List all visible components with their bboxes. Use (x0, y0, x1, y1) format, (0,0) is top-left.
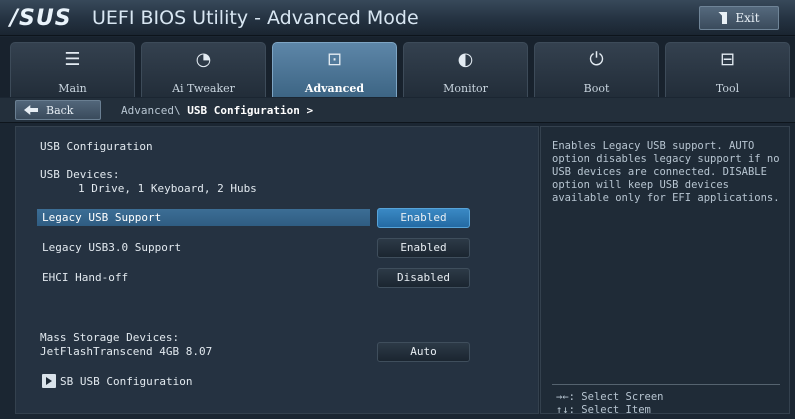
breadcrumb: Back Advanced\ USB Configuration > (0, 98, 795, 123)
legacy-usb3-support-select[interactable]: Enabled (377, 238, 470, 258)
hint-action: Select Item (581, 404, 651, 416)
hint-action: Select Screen (581, 391, 664, 403)
monitor-icon: ◐ (457, 49, 474, 70)
breadcrumb-parent[interactable]: Advanced\ (121, 104, 181, 117)
legacy-usb-support-select[interactable]: Enabled (377, 208, 470, 228)
tweaker-icon: ◔ (195, 49, 212, 70)
tab-label: Tool (715, 82, 740, 95)
exit-door-icon (718, 12, 728, 24)
asus-logo: /SUS (10, 6, 72, 31)
hint-select-item: ↑↓: Select Item (556, 404, 651, 416)
tool-icon: ⊟ (719, 49, 736, 70)
mass-storage-label: Mass Storage Devices: (40, 331, 180, 344)
tab-label: Advanced (304, 82, 365, 95)
exit-label: Exit (735, 11, 760, 25)
ehci-hand-off-label[interactable]: EHCI Hand-off (42, 271, 128, 284)
breadcrumb-path: Advanced\ USB Configuration > (121, 104, 313, 117)
tab-ai-tweaker[interactable]: ◔ Ai Tweaker (141, 42, 266, 97)
tab-monitor[interactable]: ◐ Monitor (403, 42, 528, 97)
tab-label: Boot (583, 82, 610, 95)
legacy-usb-support-label[interactable]: Legacy USB Support (42, 211, 161, 224)
help-text: Enables Legacy USB support. AUTO option … (552, 140, 780, 204)
hint-keys: ↑↓: (556, 404, 575, 416)
back-arrow-icon (24, 105, 38, 115)
tab-label: Main (58, 82, 87, 95)
legacy-usb3-support-label[interactable]: Legacy USB3.0 Support (42, 241, 181, 254)
mass-storage-select[interactable]: Auto (377, 342, 470, 362)
help-divider (552, 384, 780, 385)
tab-main[interactable]: ☰ Main (10, 42, 135, 97)
advanced-icon: ⊡ (326, 49, 343, 70)
exit-button[interactable]: Exit (699, 6, 779, 30)
power-icon: ⏻ (589, 49, 604, 70)
submenu-arrow-icon (42, 374, 56, 388)
title-bar: /SUS UEFI BIOS Utility - Advanced Mode E… (0, 0, 795, 36)
tab-tool[interactable]: ⊟ Tool (665, 42, 790, 97)
back-label: Back (46, 103, 74, 117)
mass-storage-device[interactable]: JetFlashTranscend 4GB 8.07 (40, 345, 212, 358)
hint-keys: →←: (556, 391, 575, 403)
usb-devices-value: 1 Drive, 1 Keyboard, 2 Hubs (78, 182, 257, 195)
main-tabs: ☰ Main ◔ Ai Tweaker ⊡ Advanced ◐ Monitor… (0, 37, 795, 97)
list-icon: ☰ (64, 49, 81, 70)
usb-devices-label: USB Devices: (40, 168, 120, 181)
tab-advanced[interactable]: ⊡ Advanced (272, 42, 397, 97)
tab-label: Ai Tweaker (172, 82, 235, 95)
sb-usb-configuration-link[interactable]: SB USB Configuration (60, 375, 192, 388)
hint-select-screen: →←: Select Screen (556, 391, 663, 403)
breadcrumb-current: USB Configuration > (187, 104, 314, 117)
section-title: USB Configuration (40, 140, 153, 153)
tab-boot[interactable]: ⏻ Boot (534, 42, 659, 97)
app-title: UEFI BIOS Utility - Advanced Mode (92, 7, 419, 29)
back-button[interactable]: Back (15, 100, 101, 120)
tab-label: Monitor (443, 82, 488, 95)
ehci-hand-off-select[interactable]: Disabled (377, 268, 470, 288)
